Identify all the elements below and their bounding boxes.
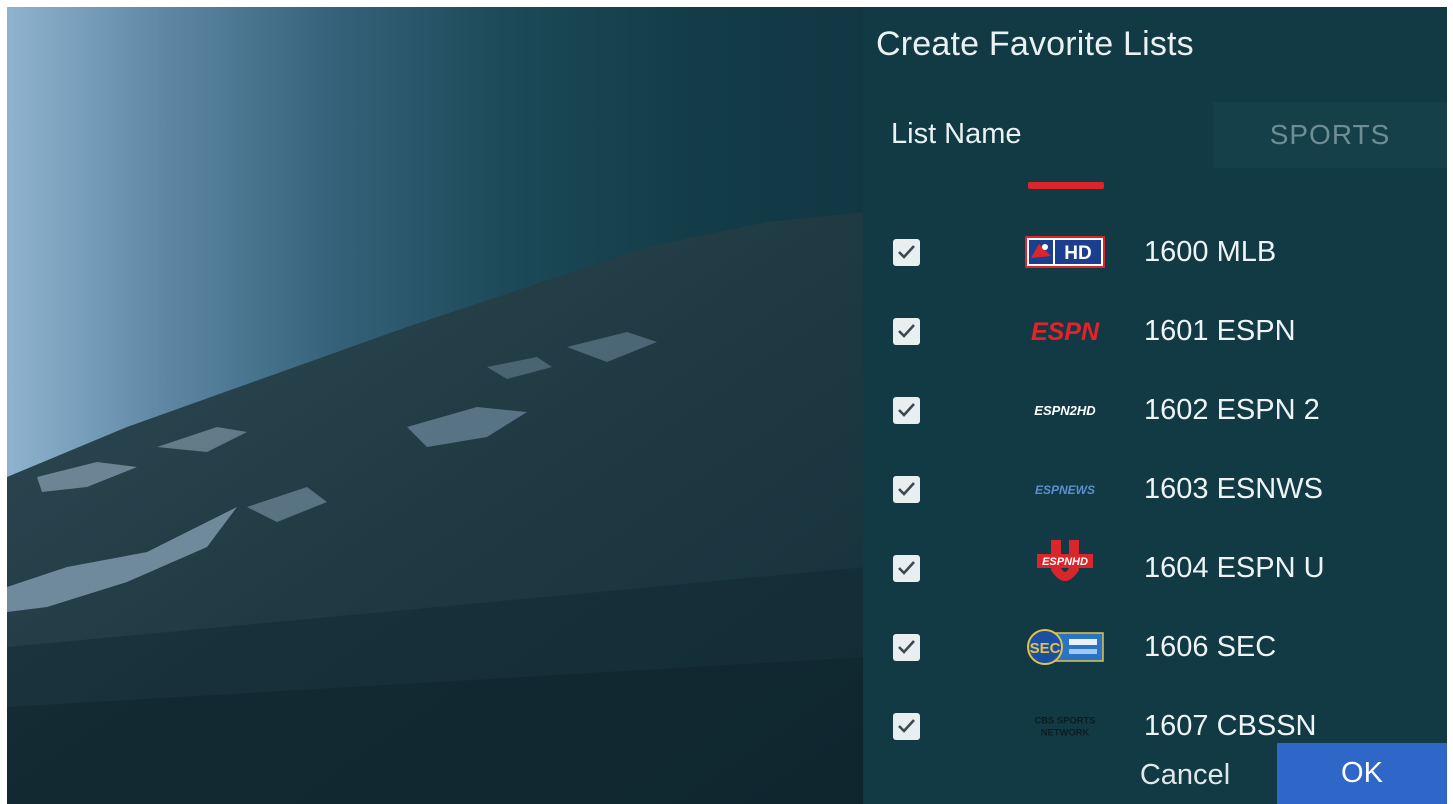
svg-text:ESPNHD: ESPNHD (1042, 556, 1088, 568)
channel-checkbox[interactable] (893, 476, 920, 503)
list-name-label: List Name (891, 118, 1022, 150)
channel-row-1600[interactable]: HD 1600 MLB (863, 213, 1447, 292)
channel-label: 1602 ESPN 2 (1144, 394, 1320, 426)
cancel-button[interactable]: Cancel (1125, 745, 1245, 804)
checkmark-icon (898, 719, 915, 733)
channel-checkbox[interactable] (893, 239, 920, 266)
panel-title: Create Favorite Lists (876, 25, 1194, 63)
svg-text:NETWORK: NETWORK (1041, 726, 1090, 737)
checkmark-icon (898, 245, 915, 259)
channel-label: 1603 ESNWS (1144, 473, 1323, 505)
channel-label: 1607 CBSSN (1144, 710, 1317, 742)
favorite-list-panel: Create Favorite Lists List Name SPORTS H… (863, 7, 1447, 804)
channel-checkbox[interactable] (893, 634, 920, 661)
svg-text:ESPN2HD: ESPN2HD (1034, 403, 1096, 418)
espn2hd-logo: ESPN2HD (1018, 391, 1112, 429)
svg-text:HD: HD (1064, 243, 1091, 264)
channel-checkbox[interactable] (893, 555, 920, 582)
cbs-sports-network-logo: CBS SPORTS NETWORK (1018, 707, 1112, 745)
svg-text:ESPN: ESPN (1031, 318, 1100, 344)
channel-checkbox[interactable] (893, 713, 920, 740)
espn-logo: ESPN (1018, 312, 1112, 350)
tv-screen: Create Favorite Lists List Name SPORTS H… (7, 7, 1447, 804)
sec-network-logo: SEC (1018, 628, 1112, 666)
channel-label: 1600 MLB (1144, 236, 1277, 268)
mountain-landscape-image (7, 212, 867, 804)
list-name-row: List Name (863, 102, 1447, 168)
channel-row-1603[interactable]: ESPNEWS 1603 ESNWS (863, 450, 1447, 529)
channel-row-1602[interactable]: ESPN2HD 1602 ESPN 2 (863, 371, 1447, 450)
channel-checkbox[interactable] (893, 318, 920, 345)
channel-label: 1601 ESPN (1144, 315, 1296, 347)
list-name-input[interactable] (1213, 102, 1447, 168)
channel-row-1604[interactable]: ESPNHD 1604 ESPN U (863, 529, 1447, 608)
channel-label: 1604 ESPN U (1144, 552, 1325, 584)
espnews-logo: ESPNEWS (1018, 470, 1112, 508)
channel-checkbox[interactable] (893, 397, 920, 424)
mlb-hd-logo: HD (1018, 233, 1112, 271)
checkmark-icon (898, 324, 915, 338)
checkmark-icon (898, 640, 915, 654)
svg-text:SEC: SEC (1030, 640, 1061, 657)
ok-button[interactable]: OK (1277, 743, 1447, 804)
checkmark-icon (898, 403, 915, 417)
espnu-logo: ESPNHD (1018, 540, 1112, 587)
background-scene (7, 7, 867, 804)
checkmark-icon (898, 561, 915, 575)
channel-label: 1606 SEC (1144, 631, 1277, 663)
checkmark-icon (898, 482, 915, 496)
svg-text:CBS SPORTS: CBS SPORTS (1034, 714, 1095, 725)
svg-text:ESPNEWS: ESPNEWS (1035, 483, 1095, 497)
channel-row-1606[interactable]: SEC 1606 SEC (863, 608, 1447, 687)
channel-row-1601[interactable]: ESPN 1601 ESPN (863, 292, 1447, 371)
partial-channel-logo (1028, 182, 1104, 189)
